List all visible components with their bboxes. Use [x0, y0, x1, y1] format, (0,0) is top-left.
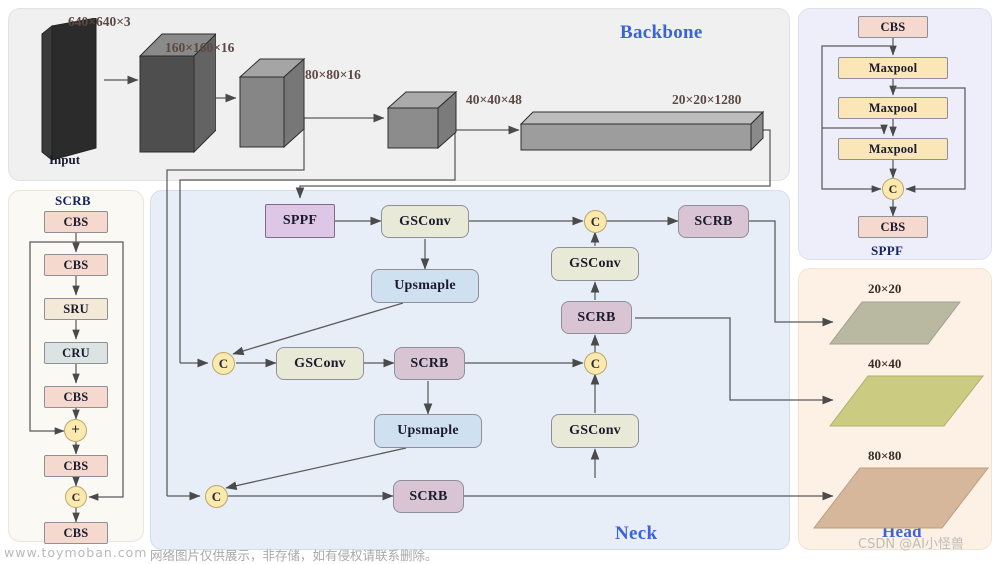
neck-concat-p3[interactable]: C: [205, 485, 228, 508]
scrb-cru[interactable]: CRU: [44, 342, 108, 364]
neck-concat-p4[interactable]: C: [212, 352, 235, 375]
scrb-cbs-5[interactable]: CBS: [44, 522, 108, 544]
sppf-concat[interactable]: C: [882, 178, 904, 200]
watermark-notice: 网络图片仅供展示，非存储，如有侵权请联系删除。: [150, 548, 438, 563]
sppf-cbs-out[interactable]: CBS: [858, 216, 928, 238]
sppf-maxpool-1[interactable]: Maxpool: [838, 57, 948, 79]
sppf-title: SPPF: [871, 243, 904, 258]
stage4-block: [519, 110, 765, 152]
neck-scrb-d2[interactable]: SCRB: [678, 205, 749, 238]
head-output-20x20: [828, 301, 962, 345]
dim-label-2: 80×80×16: [305, 67, 361, 82]
head-output-40x40: [828, 375, 985, 427]
neck-gsconv-top[interactable]: GSConv: [381, 205, 469, 238]
neck-scrb-p3[interactable]: SCRB: [393, 480, 464, 513]
scrb-cbs-4[interactable]: CBS: [44, 455, 108, 477]
scrb-sru[interactable]: SRU: [44, 298, 108, 320]
head-dim-0: 20×20: [868, 281, 902, 296]
neck-concat-d2[interactable]: C: [584, 352, 607, 375]
input-image-block: [41, 18, 97, 162]
head-output-80x80: [812, 467, 990, 529]
neck-concat-d1[interactable]: C: [584, 210, 607, 233]
sppf-cbs-in[interactable]: CBS: [858, 16, 928, 38]
sppf-maxpool-3[interactable]: Maxpool: [838, 138, 948, 160]
scrb-cbs-2[interactable]: CBS: [44, 254, 108, 276]
dim-label-0: 640×640×3: [68, 14, 131, 29]
neck-gsconv-mid[interactable]: GSConv: [276, 347, 364, 380]
dim-label-1: 160×160×16: [165, 40, 235, 55]
neck-scrb-p4[interactable]: SCRB: [394, 347, 465, 380]
diagram-canvas: Backbone Neck Head SPPF SCRB 640×640×3 I…: [0, 0, 1000, 563]
stage3-block: [386, 90, 458, 150]
stage2-block: [238, 57, 306, 149]
dim-label-4: 20×20×1280: [672, 92, 742, 107]
neck-upsample-top[interactable]: Upsmaple: [371, 269, 479, 303]
head-dim-1: 40×40: [868, 356, 902, 371]
scrb-cbs-3[interactable]: CBS: [44, 386, 108, 408]
input-label: Input: [49, 152, 81, 167]
dim-label-3: 40×40×48: [466, 92, 522, 107]
scrb-add[interactable]: +: [64, 419, 87, 442]
neck-scrb-d1[interactable]: SCRB: [561, 301, 632, 334]
neck-title: Neck: [615, 523, 658, 544]
scrb-concat[interactable]: C: [65, 486, 87, 508]
scrb-title: SCRB: [55, 193, 91, 208]
backbone-title: Backbone: [620, 22, 703, 43]
neck-panel: [150, 190, 790, 550]
neck-gsconv-up1[interactable]: GSConv: [551, 247, 639, 281]
head-dim-2: 80×80: [868, 448, 902, 463]
neck-gsconv-up2[interactable]: GSConv: [551, 414, 639, 448]
watermark-csdn: CSDN @AI小怪兽: [858, 537, 964, 552]
neck-upsample-bot[interactable]: Upsmaple: [374, 414, 482, 448]
scrb-cbs-1[interactable]: CBS: [44, 211, 108, 233]
sppf-maxpool-2[interactable]: Maxpool: [838, 97, 948, 119]
neck-sppf-node[interactable]: SPPF: [265, 204, 335, 238]
watermark-toymoban: www.toymoban.com: [4, 545, 148, 560]
